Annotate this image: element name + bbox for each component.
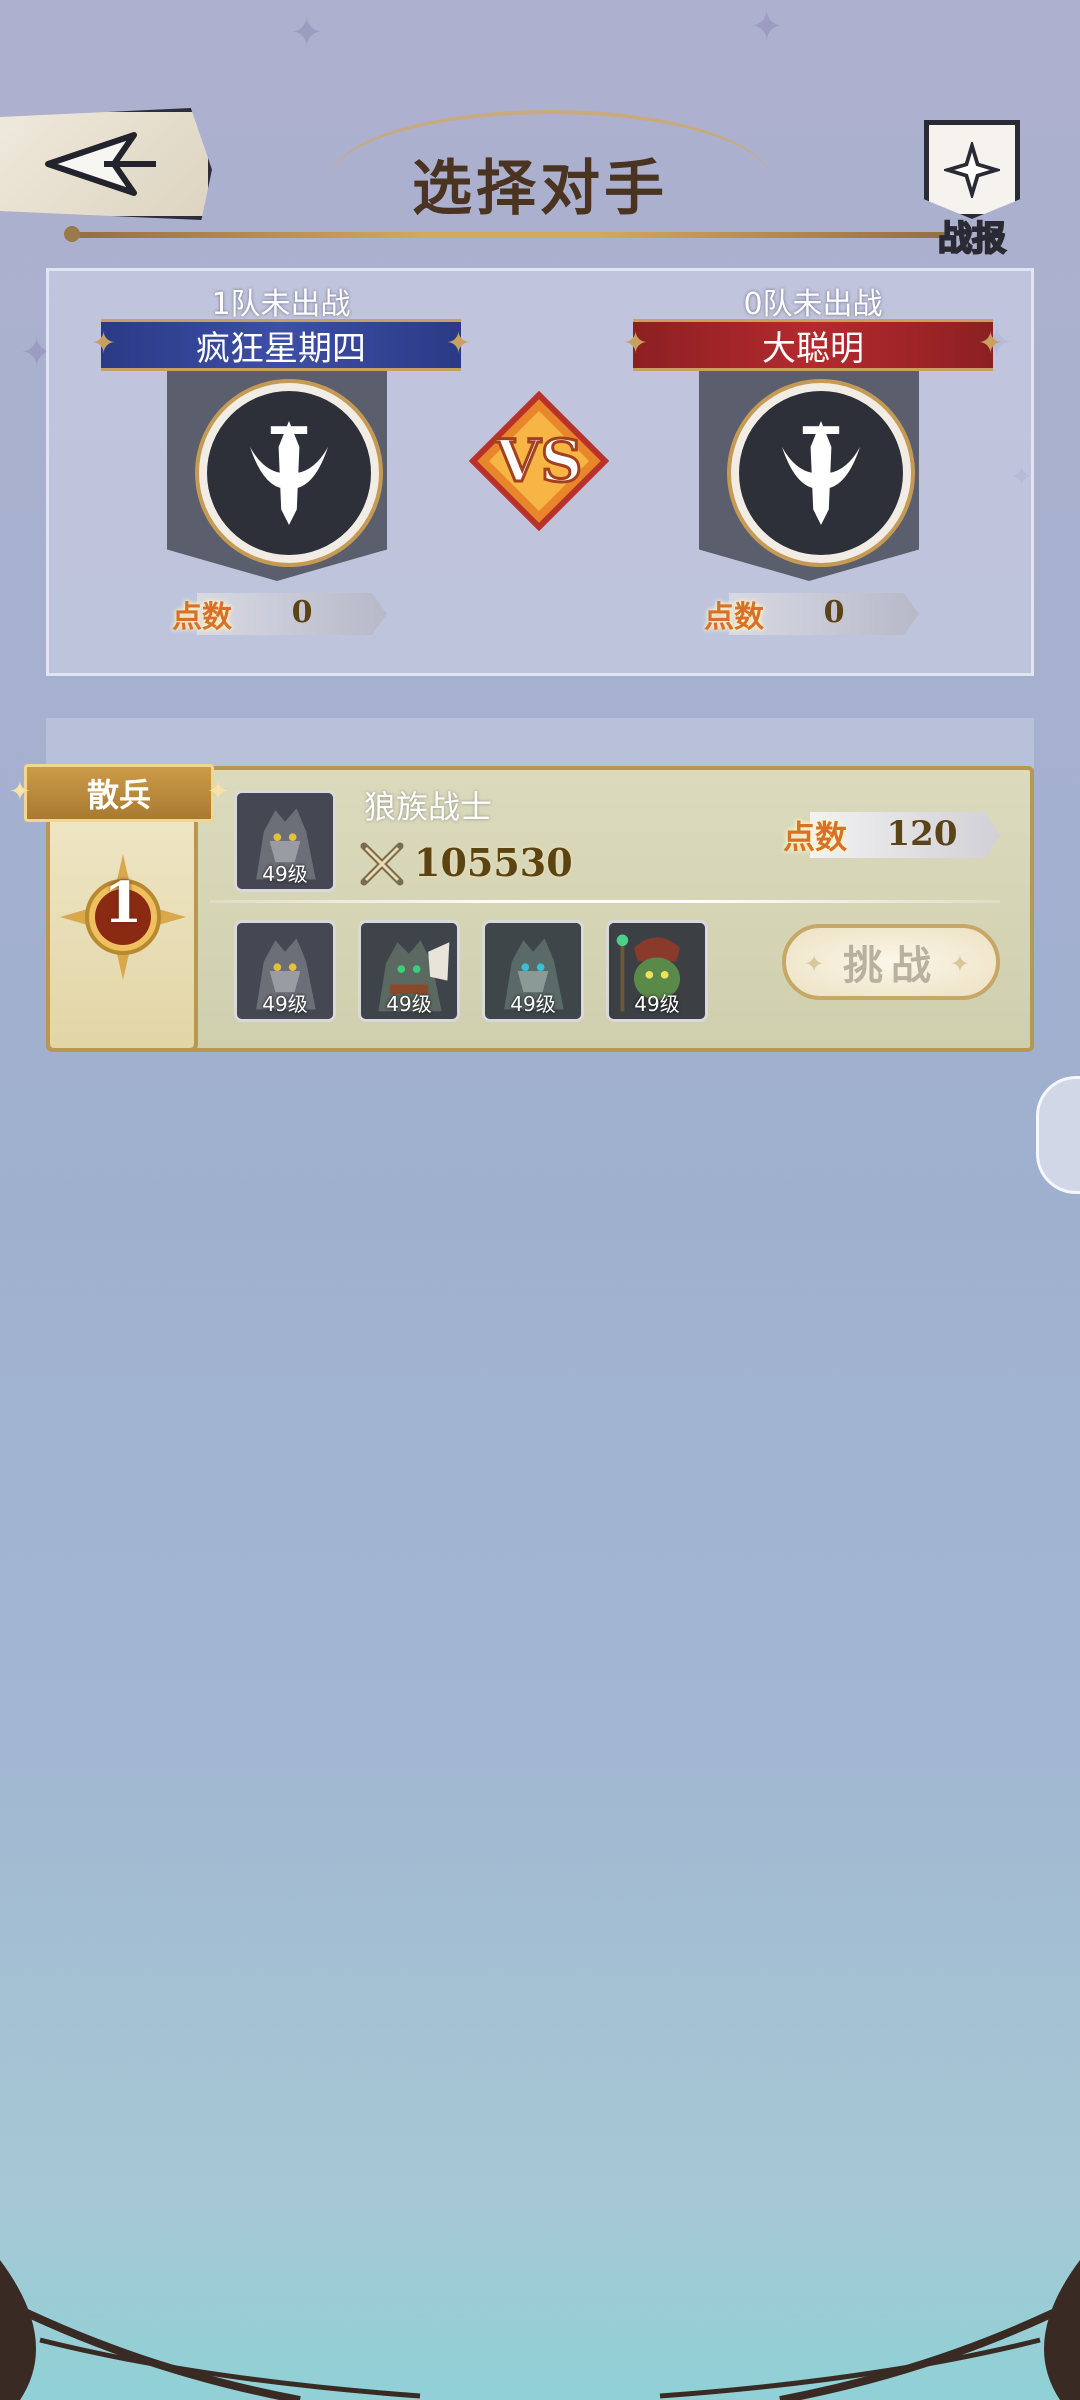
- challenge-button[interactable]: 挑战: [782, 924, 1000, 1000]
- team-unit-2[interactable]: 49级: [358, 920, 460, 1022]
- team-unit-1[interactable]: 49级: [234, 920, 336, 1022]
- svg-text:VS: VS: [495, 427, 583, 495]
- team-right: 0队未出战 大聪明 点数 0: [623, 271, 1003, 671]
- points-value: 120: [886, 814, 958, 854]
- team-right-name: 大聪明: [623, 319, 1003, 371]
- crossed-swords-icon: [360, 842, 404, 886]
- rank-number: 1: [103, 870, 143, 936]
- guild-sword-emblem-icon: [250, 421, 328, 525]
- points-value: 0: [291, 595, 313, 630]
- unit-level: 49级: [386, 992, 432, 1016]
- team-left-name: 疯狂星期四: [91, 319, 471, 371]
- opponent-points: 点数 120: [780, 806, 1000, 862]
- list-header-strip: [46, 718, 1034, 768]
- tree-roots-decoration: [0, 2260, 1080, 2400]
- team-right-emblem: [731, 383, 911, 563]
- points-label: 点数: [172, 600, 232, 635]
- team-right-points: 点数 0: [699, 589, 919, 637]
- opponent-name: 狼族战士: [364, 788, 493, 826]
- battle-report-button[interactable]: 战报: [912, 120, 1032, 260]
- versus-panel: 1队未出战 疯狂星期四 点数 0 VS 0队未出战 大聪明: [46, 268, 1034, 676]
- opponent-leader-portrait[interactable]: 49级: [234, 790, 336, 892]
- team-left-emblem: [199, 383, 379, 563]
- guild-sword-emblem-icon: [782, 421, 860, 525]
- team-unit-3[interactable]: 49级: [482, 920, 584, 1022]
- unit-level: 49级: [510, 992, 556, 1016]
- card-divider: [210, 900, 1000, 903]
- team-left: 1队未出战 疯狂星期四 点数 0: [91, 271, 471, 671]
- unit-level: 49级: [634, 992, 680, 1016]
- team-unit-4[interactable]: 49级: [606, 920, 708, 1022]
- points-label: 点数: [704, 600, 764, 635]
- rank-tag: 散兵: [9, 764, 229, 822]
- opponent-power: 105530: [414, 840, 573, 885]
- points-value: 0: [823, 595, 845, 630]
- points-label: 点数: [782, 818, 847, 856]
- unit-level: 49级: [262, 992, 308, 1016]
- team-right-status: 0队未出战: [743, 287, 883, 322]
- battle-report-icon: [924, 120, 1020, 219]
- team-left-status: 1队未出战: [211, 287, 351, 322]
- vs-icon: VS: [468, 390, 610, 532]
- unit-level: 49级: [262, 862, 308, 886]
- side-drawer-tab[interactable]: [1036, 1076, 1080, 1194]
- title-underline: [64, 226, 950, 242]
- team-left-points: 点数 0: [167, 589, 387, 637]
